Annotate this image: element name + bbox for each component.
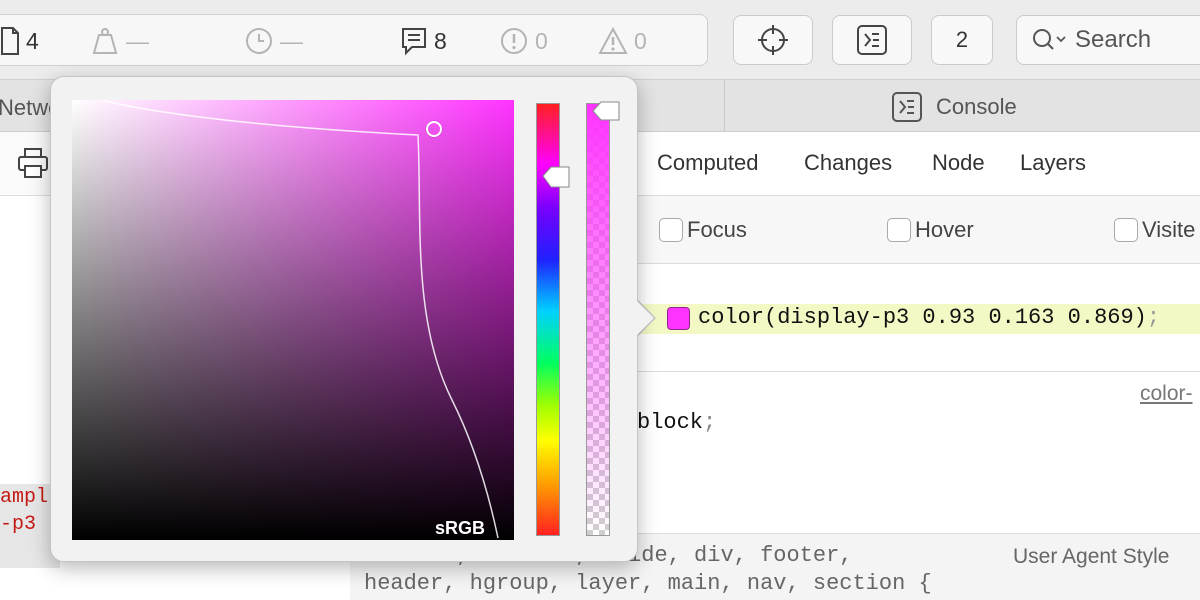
tab-count-button[interactable]: 2 <box>931 15 993 65</box>
alpha-slider[interactable] <box>586 103 610 536</box>
search-icon <box>1033 29 1066 50</box>
focus-label: Focus <box>687 217 747 242</box>
alpha-gradient <box>587 104 609 535</box>
print-button[interactable] <box>16 146 50 185</box>
print-icon <box>18 148 48 178</box>
resources-dashboard-item[interactable]: 4 <box>0 25 39 57</box>
color-property-value[interactable]: color(display-p3 0.93 0.163 0.869); <box>698 305 1160 330</box>
console-toggle-button[interactable] <box>832 15 912 65</box>
search-field[interactable]: Search <box>1016 15 1200 65</box>
display-value[interactable]: block; <box>637 410 716 435</box>
user-agent-label: User Agent Style <box>1013 545 1170 568</box>
color-value-text: color(display-p3 0.93 0.163 0.869) <box>698 305 1147 330</box>
srgb-gamut-boundary <box>101 100 499 539</box>
sv-handle[interactable] <box>426 121 442 137</box>
display-value-text: block <box>637 410 704 435</box>
document-icon <box>1 27 19 55</box>
display-semicolon: ; <box>703 410 717 435</box>
hover-checkbox-box[interactable] <box>887 218 911 242</box>
popover-arrow <box>636 300 654 336</box>
visited-checkbox-box[interactable] <box>1114 218 1138 242</box>
logs-dashboard-item[interactable]: 8 <box>400 25 447 57</box>
srgb-label: sRGB <box>435 518 486 538</box>
logs-count: 8 <box>434 27 447 54</box>
focus-checkbox[interactable]: Focus <box>659 217 747 243</box>
hue-slider-handle[interactable] <box>541 162 571 192</box>
visited-checkbox[interactable]: Visite <box>1114 217 1195 243</box>
console-icon <box>857 25 887 55</box>
tab-console-label: Console <box>936 94 1017 119</box>
weight-value: — <box>126 27 149 54</box>
tab-changes[interactable]: Changes <box>804 150 892 176</box>
crosshair-icon <box>758 25 788 55</box>
warnings-dashboard-item[interactable]: 0 <box>598 25 647 57</box>
message-log-icon <box>402 28 426 56</box>
search-label: Search <box>1075 26 1152 53</box>
weight-icon <box>92 28 118 54</box>
tab-console[interactable]: Console <box>890 89 1017 125</box>
ua-selector-line-2[interactable]: header, hgroup, layer, main, nav, sectio… <box>364 571 932 596</box>
tab-divider <box>724 80 725 132</box>
warning-icon <box>598 26 628 54</box>
hover-label: Hover <box>915 217 974 242</box>
errors-dashboard-item[interactable]: 0 <box>499 25 548 57</box>
color-swatch[interactable] <box>667 307 690 330</box>
warnings-count: 0 <box>634 27 647 54</box>
clock-icon <box>246 28 272 54</box>
tab-count-label: 2 <box>955 27 969 52</box>
color-semicolon: ; <box>1146 305 1161 330</box>
error-icon <box>501 28 527 54</box>
element-selection-button[interactable] <box>733 15 813 65</box>
errors-count: 0 <box>535 27 548 54</box>
focus-checkbox-box[interactable] <box>659 218 683 242</box>
tab-node[interactable]: Node <box>932 150 985 176</box>
source-link[interactable]: color- <box>1140 382 1193 406</box>
console-icon <box>892 92 922 122</box>
load-time-dashboard-item[interactable]: — <box>244 25 303 57</box>
visited-label: Visite <box>1142 217 1196 242</box>
weight-dashboard-item[interactable]: — <box>90 25 149 57</box>
tab-computed[interactable]: Computed <box>657 150 759 176</box>
hover-checkbox[interactable]: Hover <box>887 217 974 243</box>
tab-layers[interactable]: Layers <box>1020 150 1086 176</box>
load-time-value: — <box>280 27 303 54</box>
resources-count: 4 <box>26 27 39 54</box>
alpha-slider-handle[interactable] <box>591 96 621 126</box>
